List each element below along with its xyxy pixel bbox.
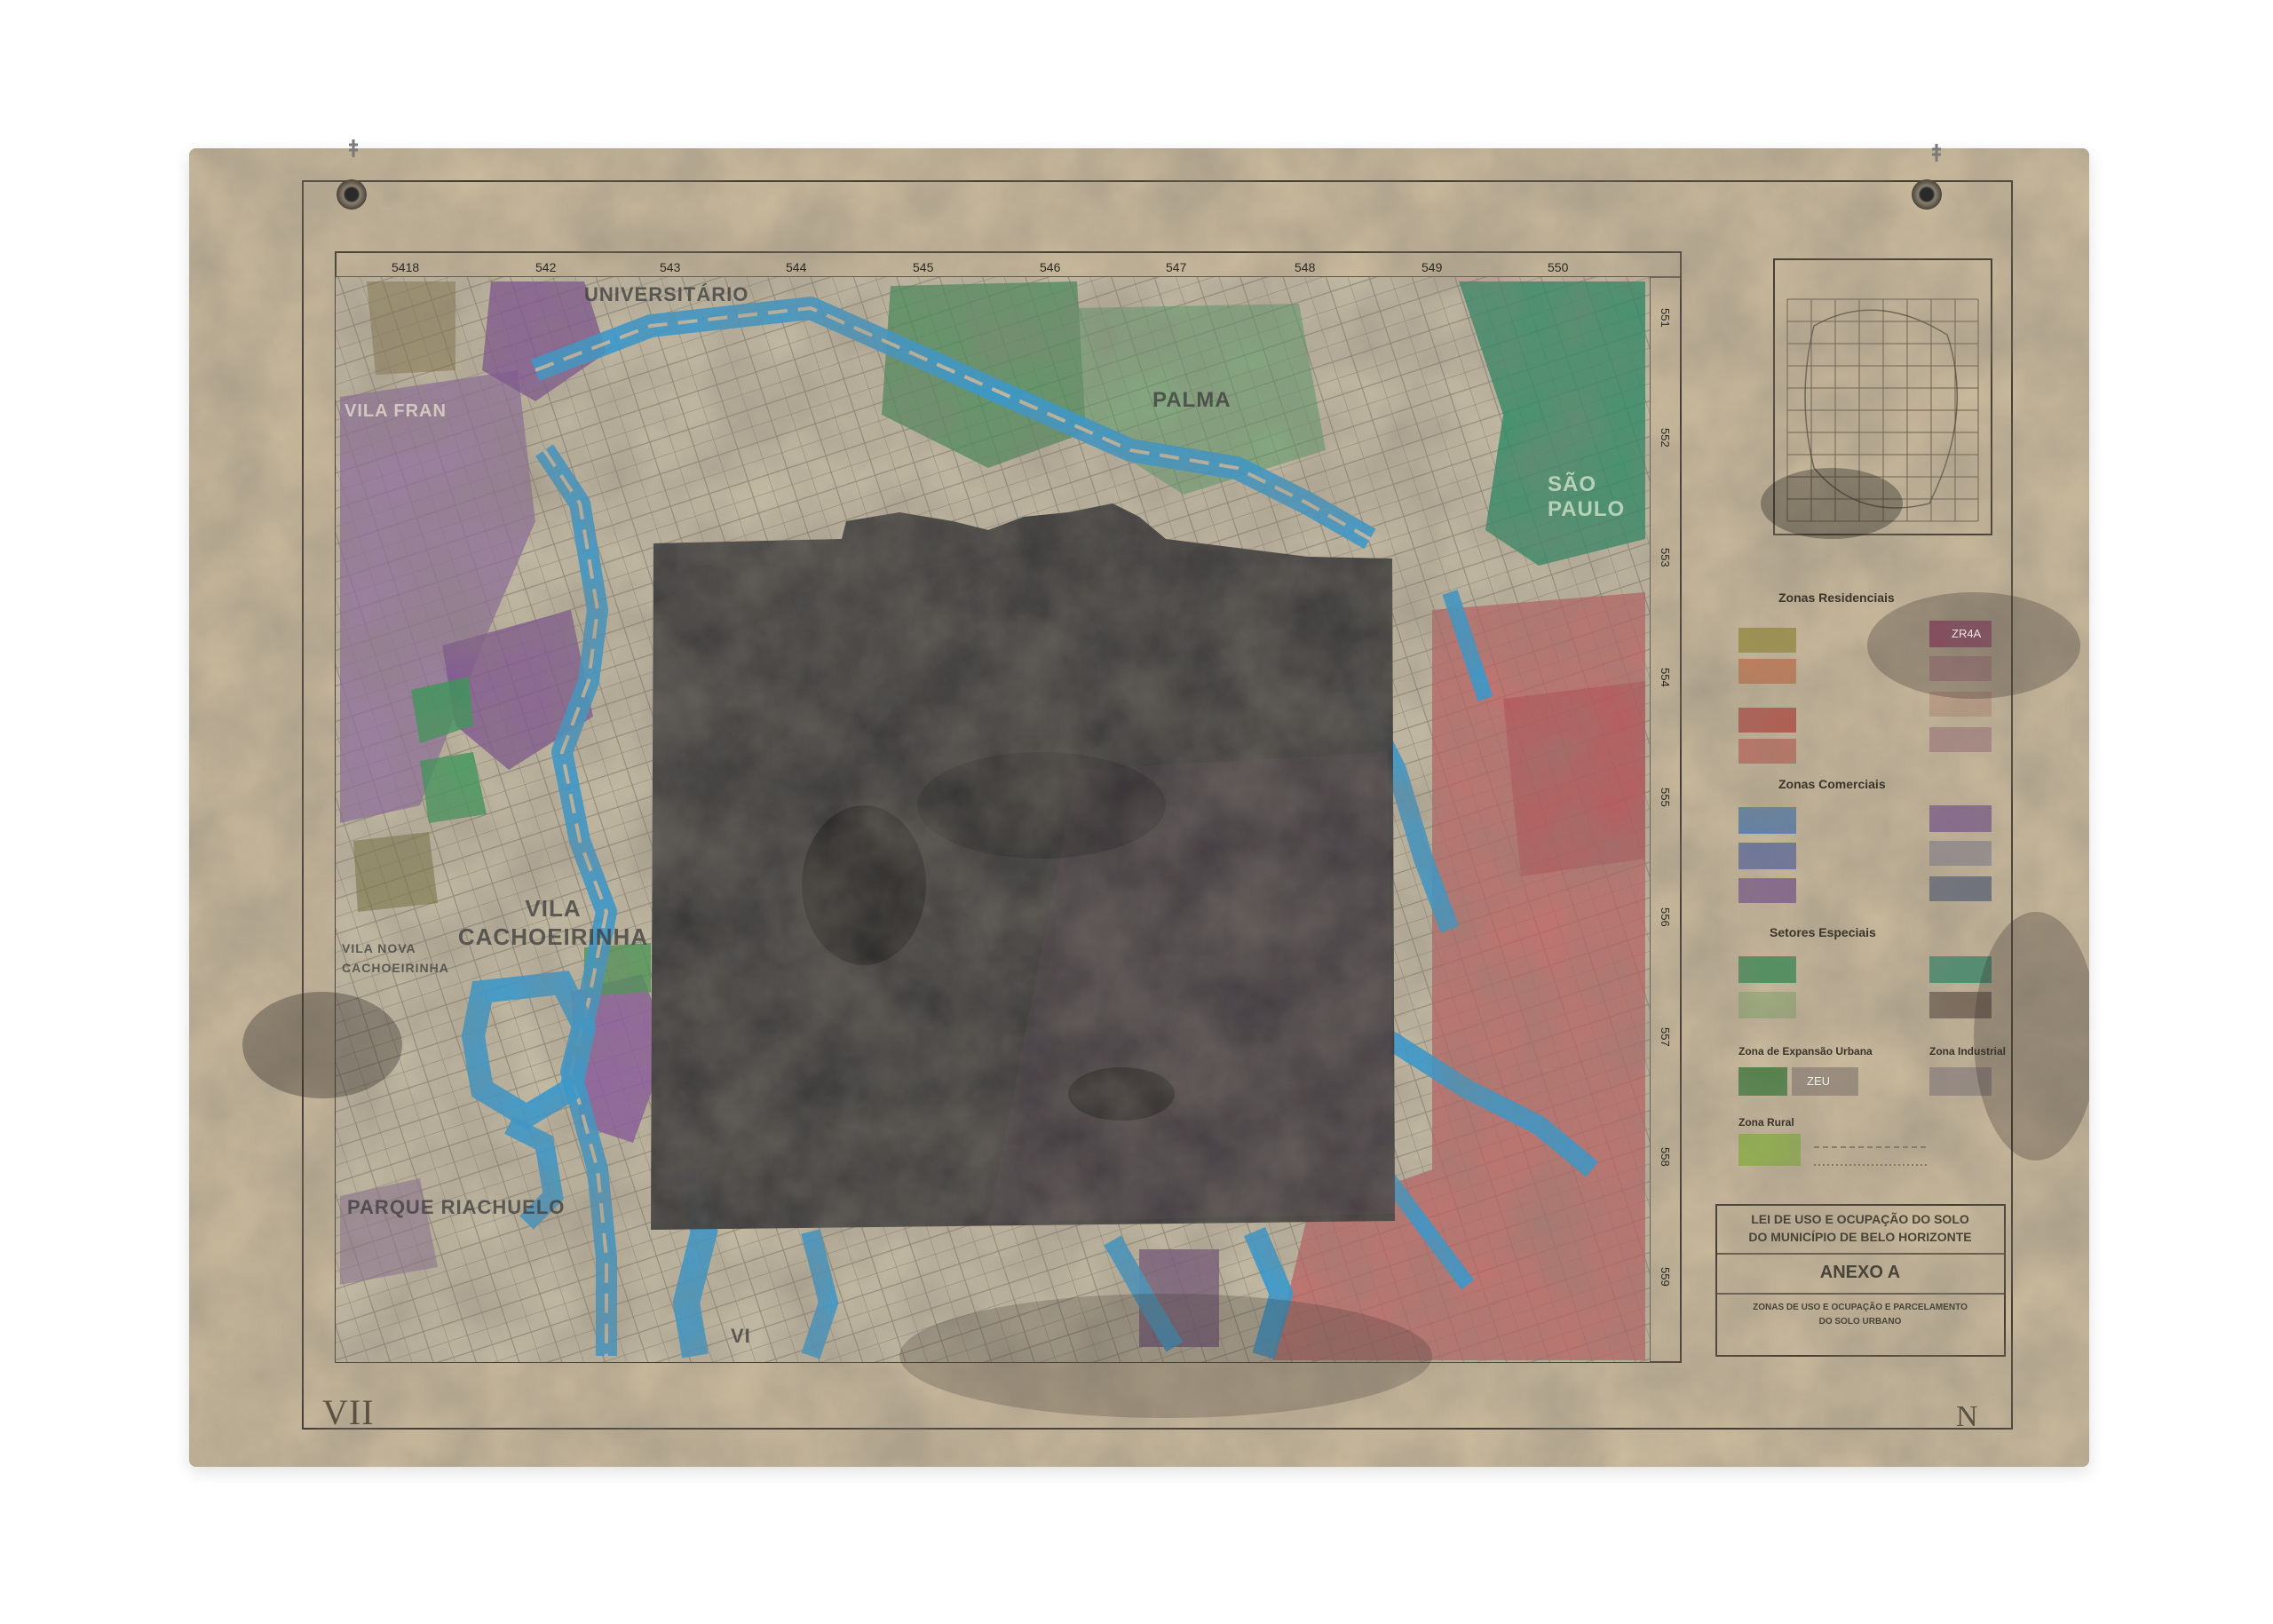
grid-right-label: 555	[1659, 788, 1672, 807]
place-universitario: UNIVERSITÁRIO	[584, 283, 749, 305]
hook-left-icon	[349, 139, 358, 157]
grid-top-label: 548	[1295, 260, 1316, 274]
legend-zona-rural: Zona Rural	[1738, 1116, 1794, 1129]
grid-right-label: 552	[1659, 428, 1672, 448]
grommet-left	[337, 179, 367, 210]
grid-top-label: 546	[1040, 260, 1061, 274]
grid-top-label: 544	[786, 260, 807, 274]
grid-top-label: 550	[1548, 260, 1569, 274]
grid-right-label: 559	[1659, 1267, 1672, 1287]
place-vila-fran: VILA FRAN	[345, 401, 447, 421]
legend-code-zr4a: ZR4A	[1952, 627, 1982, 640]
grid-right-label: 557	[1659, 1027, 1672, 1047]
legend-zona-expansao: Zona de Expansão Urbana	[1738, 1045, 1873, 1058]
hook-right-icon	[1932, 144, 1941, 162]
title-annex: ANEXO A	[1819, 1263, 1901, 1282]
place-parque-riachuelo: PARQUE RIACHUELO	[347, 1196, 566, 1218]
grid-top-label: 542	[535, 260, 557, 274]
title-line-4: DO SOLO URBANO	[1818, 1317, 1902, 1327]
north-mark: N	[1956, 1400, 1979, 1433]
grid-right-label: 558	[1659, 1147, 1672, 1167]
grid-top-label: 543	[660, 260, 681, 274]
place-palmares: PALMA	[1152, 388, 1232, 412]
legend-zonas-residenciais: Zonas Residenciais	[1778, 590, 1895, 605]
legend-code-zeu: ZEU	[1807, 1074, 1830, 1088]
grommet-right	[1912, 179, 1942, 210]
grid-right-label: 551	[1659, 308, 1672, 328]
map-sheet: 5418 542 543 544 545 546 547 548 549 550…	[189, 148, 2089, 1467]
grid-top-label: 545	[913, 260, 934, 274]
legend-zona-industrial: Zona Industrial	[1929, 1045, 2007, 1058]
title-line-2: DO MUNICÍPIO DE BELO HORIZONTE	[1748, 1230, 1972, 1244]
grid-right-label: 553	[1659, 548, 1672, 567]
legend-setores-especiais: Setores Especiais	[1770, 925, 1876, 939]
place-vila-nova-cachoeirinha: VILA NOVA CACHOEIRINHA	[342, 941, 449, 975]
sheet-number: VII	[322, 1392, 375, 1432]
place-vila-cachoeirinha: VILA CACHOEIRINHA	[457, 895, 649, 950]
grid-top-label: 549	[1422, 260, 1443, 274]
title-line-3: ZONAS DE USO E OCUPAÇÃO E PARCELAMENTO	[1753, 1303, 1968, 1312]
grid-top-label: 5418	[392, 260, 420, 274]
place-vila-bottom: VI	[731, 1325, 751, 1347]
legend-zonas-comerciais: Zonas Comerciais	[1778, 777, 1886, 791]
place-sao-paulo: SÃO PAULO	[1548, 472, 1626, 521]
grid-right-label: 556	[1659, 907, 1672, 927]
grid-top-label: 547	[1166, 260, 1187, 274]
grid-right-label: 554	[1659, 668, 1672, 687]
title-line-1: LEI DE USO E OCUPAÇÃO DO SOLO	[1751, 1212, 1969, 1226]
